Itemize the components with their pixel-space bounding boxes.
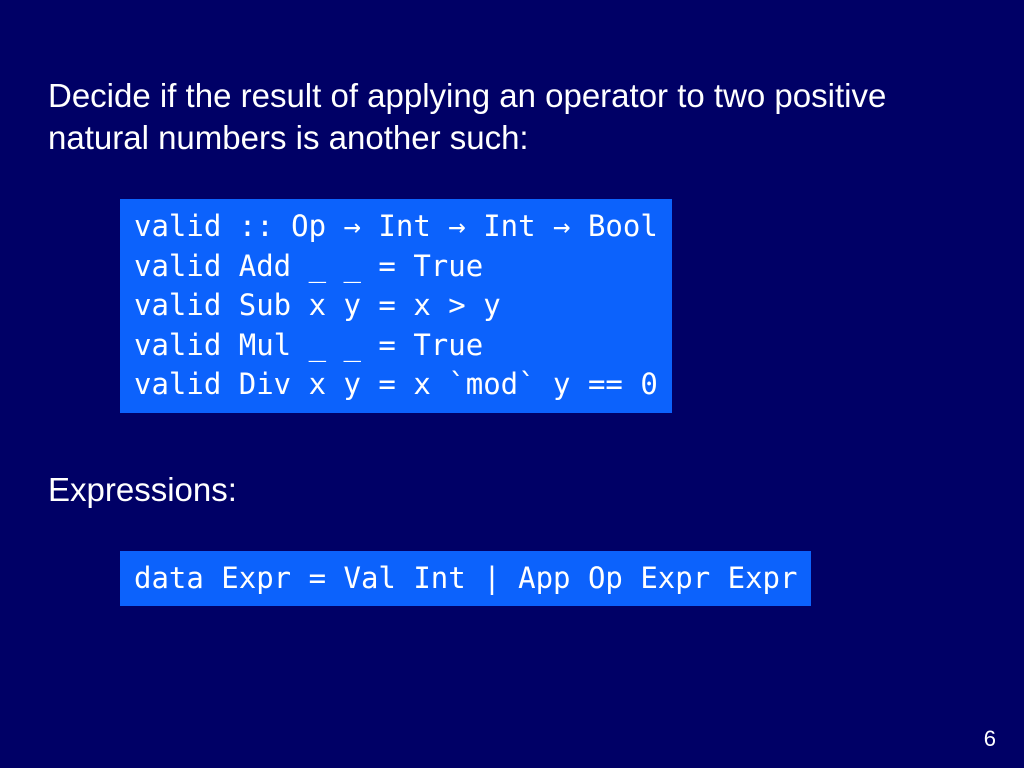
slide: Decide if the result of applying an oper…: [0, 0, 1024, 768]
intro-paragraph: Decide if the result of applying an oper…: [48, 75, 976, 159]
code-block-valid-wrap: valid :: Op → Int → Int → Bool valid Add…: [120, 199, 976, 412]
section-heading-expressions: Expressions:: [48, 469, 976, 511]
code-block-valid: valid :: Op → Int → Int → Bool valid Add…: [120, 199, 672, 412]
code-block-expr: data Expr = Val Int | App Op Expr Expr: [120, 551, 811, 606]
page-number: 6: [984, 726, 996, 752]
code-block-expr-wrap: data Expr = Val Int | App Op Expr Expr: [120, 551, 976, 606]
